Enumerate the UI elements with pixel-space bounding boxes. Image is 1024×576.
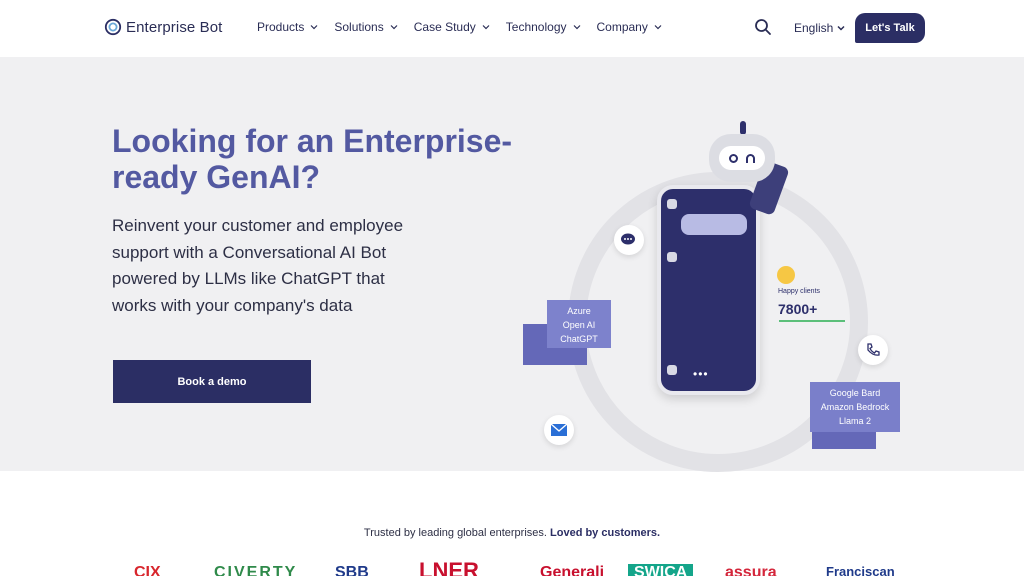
- llm-card-item: Open AI: [562, 320, 596, 330]
- bot-avatar-icon: [667, 252, 677, 262]
- language-label: English: [794, 21, 834, 35]
- happy-clients-count: 7800+: [778, 301, 818, 317]
- nav-item-label: Case Study: [413, 20, 476, 34]
- llm-card-item: Llama 2: [838, 416, 872, 426]
- llm-card-right: Google Bard Amazon Bedrock Llama 2: [810, 382, 900, 432]
- phone-call-icon: [858, 335, 888, 365]
- typing-indicator-icon: •••: [693, 367, 709, 381]
- top-navigation: Enterprise Bot Products Solutions Case S…: [0, 0, 1024, 57]
- book-demo-button[interactable]: Book a demo: [113, 360, 311, 403]
- bot-avatar-icon: [667, 365, 677, 375]
- phone-mockup: •••: [657, 185, 760, 395]
- nav-item-case-study[interactable]: Case Study: [414, 20, 490, 34]
- nav-item-label: Company: [596, 20, 648, 34]
- chevron-down-icon: [573, 25, 580, 30]
- nav-item-label: Technology: [505, 20, 567, 34]
- client-logo: LNER: [419, 562, 479, 576]
- hero-illustration: ••• Happy clients 7800+ Azure Open AI Ch…: [512, 120, 912, 472]
- email-icon: [544, 415, 574, 445]
- bot-avatar-icon: [667, 199, 677, 209]
- llm-card-item: Amazon Bedrock: [820, 402, 890, 412]
- chevron-down-icon: [390, 25, 398, 30]
- hero-subtitle: Reinvent your customer and employee supp…: [112, 216, 404, 315]
- heart-eyes-emoji-icon: [777, 266, 795, 284]
- robot-eye: [746, 154, 755, 163]
- llm-card-item: ChatGPT: [560, 334, 598, 344]
- nav-item-company[interactable]: Company: [597, 20, 662, 34]
- client-logo: SWICA: [628, 564, 694, 576]
- client-logo: Franciscan: [826, 564, 895, 576]
- nav-item-label: Products: [257, 20, 305, 34]
- nav-item-technology[interactable]: Technology: [506, 20, 581, 34]
- robot-antenna: [740, 121, 746, 135]
- nav-item-label: Solutions: [334, 20, 384, 34]
- lets-talk-button[interactable]: Let's Talk: [855, 13, 925, 43]
- nav-item-products[interactable]: Products: [257, 20, 318, 34]
- llm-card-item: Google Bard: [829, 388, 881, 398]
- language-selector[interactable]: English: [794, 21, 845, 35]
- trusted-emphasis: Loved by customers.: [550, 527, 661, 539]
- robot-mascot-icon: [709, 134, 775, 182]
- llm-card-left: Azure Open AI ChatGPT: [547, 300, 611, 348]
- chevron-down-icon: [310, 25, 318, 30]
- chevron-down-icon: [837, 25, 845, 31]
- robot-eye: [729, 154, 738, 163]
- brand-name: Enterprise Bot: [126, 18, 223, 36]
- robot-face: [719, 146, 765, 170]
- happy-clients-underline: [779, 320, 845, 322]
- chat-bubbles-icon: [614, 225, 644, 255]
- client-logo: CIVERTY: [214, 564, 298, 576]
- brand-logo[interactable]: Enterprise Bot: [104, 18, 222, 36]
- brand-logo-icon: [104, 18, 122, 36]
- trusted-text: Trusted by leading global enterprises.: [363, 527, 547, 539]
- chat-bubble: [681, 214, 747, 235]
- client-logo: CIX: [134, 564, 161, 576]
- chevron-down-icon: [654, 25, 662, 30]
- trusted-by-text: Trusted by leading global enterprises. L…: [0, 527, 1024, 539]
- client-logo: SBB: [335, 564, 369, 576]
- chevron-down-icon: [482, 25, 490, 30]
- happy-clients-label: Happy clients: [778, 288, 821, 295]
- client-logo: assura: [725, 564, 777, 576]
- client-logo: Generali: [540, 564, 605, 576]
- main-menu: Products Solutions Case Study Technology…: [257, 20, 678, 34]
- hero-section: Looking for an Enterprise-ready GenAI? R…: [0, 57, 1024, 472]
- llm-card-item: Azure: [567, 306, 591, 316]
- nav-item-solutions[interactable]: Solutions: [334, 20, 398, 34]
- client-logos-strip: CIX CIVERTY SBB LNER Generali SWICA assu…: [0, 562, 1024, 576]
- search-icon[interactable]: [754, 18, 772, 36]
- hero-title: Looking for an Enterprise-ready GenAI?: [112, 123, 513, 195]
